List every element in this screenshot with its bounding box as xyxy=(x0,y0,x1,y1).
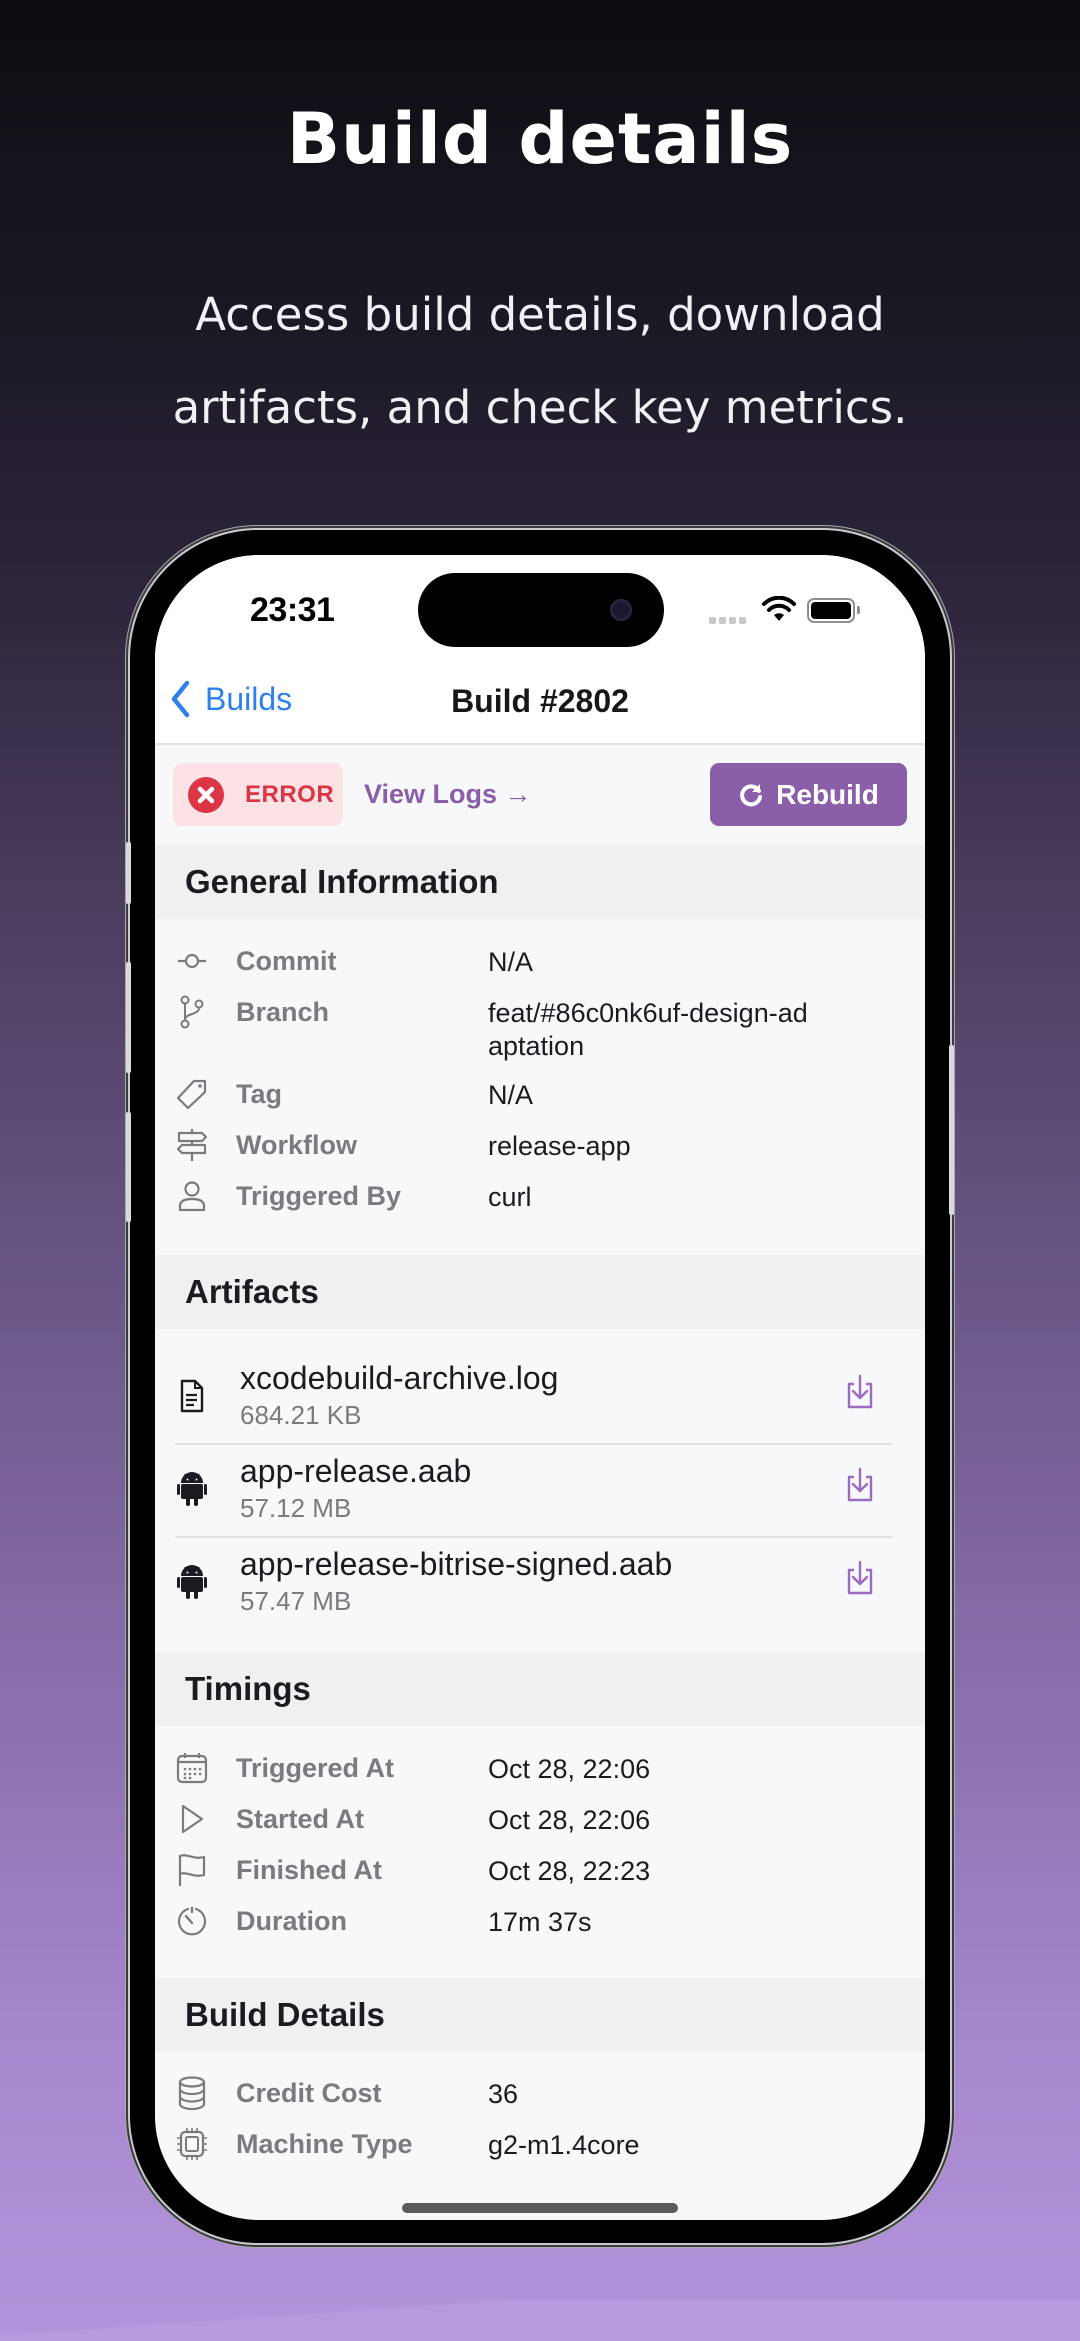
tag-icon xyxy=(175,1077,209,1111)
row-value: N/A xyxy=(488,1080,534,1110)
row-label: Finished At xyxy=(236,1855,382,1885)
download-icon xyxy=(847,1374,873,1409)
row-label: Commit xyxy=(236,946,337,976)
section-title: General Information xyxy=(185,863,499,900)
artifact-item[interactable]: xcodebuild-archive.log 684.21 KB xyxy=(155,1360,925,1453)
download-button[interactable] xyxy=(840,1556,880,1600)
flag-icon xyxy=(175,1853,209,1887)
document-icon xyxy=(175,1376,209,1416)
volume-up-button xyxy=(126,962,131,1073)
artifact-item[interactable]: app-release.aab 57.12 MB xyxy=(155,1453,925,1546)
download-icon xyxy=(847,1560,873,1595)
branch-icon xyxy=(175,995,209,1029)
row-value: release-app xyxy=(488,1131,631,1161)
row-label: Tag xyxy=(236,1079,282,1109)
download-button[interactable] xyxy=(840,1463,880,1507)
section-title: Artifacts xyxy=(185,1273,319,1310)
detail-row-credit-cost: Credit Cost 36 xyxy=(155,2074,925,2114)
user-icon xyxy=(175,1179,209,1213)
commit-icon xyxy=(175,944,209,978)
timing-row-started-at: Started At Oct 28, 22:06 xyxy=(155,1800,925,1840)
row-value: Oct 28, 22:06 xyxy=(488,1754,651,1784)
view-logs-link[interactable]: View Logs → xyxy=(364,779,532,810)
row-value: N/A xyxy=(488,947,534,977)
artifact-item[interactable]: app-release-bitrise-signed.aab 57.47 MB xyxy=(155,1546,925,1639)
volume-down-button xyxy=(126,1112,131,1222)
play-icon xyxy=(175,1802,209,1836)
row-label: Branch xyxy=(236,997,330,1027)
battery-icon xyxy=(807,598,860,623)
hero-subtitle: Access build details, download artifacts… xyxy=(172,288,908,434)
row-label: Duration xyxy=(236,1906,347,1936)
android-icon xyxy=(175,1562,209,1602)
error-icon xyxy=(188,776,224,813)
info-row-commit: Commit N/A xyxy=(155,942,925,982)
artifact-size: 57.12 MB xyxy=(240,1493,352,1523)
row-value: feat/#86c0nk6uf-design-adaptation xyxy=(488,998,808,1061)
section-header-artifacts: Artifacts xyxy=(155,1255,925,1329)
info-row-tag: Tag N/A xyxy=(155,1075,925,1115)
stopwatch-icon xyxy=(175,1904,209,1938)
rebuild-button[interactable]: Rebuild xyxy=(710,763,907,826)
cpu-chip-icon xyxy=(175,2127,209,2161)
android-icon xyxy=(175,1469,209,1509)
row-label: Machine Type xyxy=(236,2129,413,2159)
artifact-name: xcodebuild-archive.log xyxy=(240,1360,559,1396)
workflow-signpost-icon xyxy=(175,1128,209,1162)
info-row-workflow: Workflow release-app xyxy=(155,1126,925,1166)
divider xyxy=(175,1443,893,1445)
row-value: Oct 28, 22:23 xyxy=(488,1856,651,1886)
database-coins-icon xyxy=(175,2076,209,2110)
info-row-triggered-by: Triggered By curl xyxy=(155,1177,925,1217)
artifact-size: 57.47 MB xyxy=(240,1586,352,1616)
row-value: g2-m1.4core xyxy=(488,2130,640,2160)
calendar-icon xyxy=(175,1751,209,1785)
section-header-general: General Information xyxy=(155,845,925,919)
home-indicator[interactable] xyxy=(402,2203,678,2213)
artifact-name: app-release.aab xyxy=(240,1453,472,1489)
timing-row-triggered-at: Triggered At Oct 28, 22:06 xyxy=(155,1749,925,1789)
navigation-bar: Builds Build #2802 xyxy=(155,663,925,745)
camera-icon xyxy=(610,599,632,621)
divider xyxy=(175,1536,893,1538)
row-label: Started At xyxy=(236,1804,365,1834)
row-value: Oct 28, 22:06 xyxy=(488,1805,651,1835)
status-badge-label: ERROR xyxy=(245,780,335,808)
download-icon xyxy=(847,1467,873,1502)
row-value: 17m 37s xyxy=(488,1907,592,1937)
status-badge: ERROR xyxy=(173,763,343,826)
row-label: Workflow xyxy=(236,1130,357,1160)
info-row-branch: Branch feat/#86c0nk6uf-design-adaptation xyxy=(155,993,925,1068)
row-value: curl xyxy=(488,1182,532,1212)
section-header-build-details: Build Details xyxy=(155,1978,925,2052)
background-floor xyxy=(0,2300,1080,2341)
action-bar: ERROR View Logs → Rebuild xyxy=(155,745,925,845)
detail-row-machine-type: Machine Type g2-m1.4core xyxy=(155,2125,925,2165)
cellular-signal-icon xyxy=(709,611,749,629)
row-label: Triggered By xyxy=(236,1181,402,1211)
refresh-icon xyxy=(740,783,763,806)
page-title: Build #2802 xyxy=(451,683,629,719)
power-button xyxy=(949,1045,954,1215)
wifi-icon xyxy=(762,595,796,627)
row-label: Triggered At xyxy=(236,1753,395,1783)
artifact-name: app-release-bitrise-signed.aab xyxy=(240,1546,673,1582)
artifact-size: 684.21 KB xyxy=(240,1400,362,1430)
download-button[interactable] xyxy=(840,1370,880,1414)
row-value: 36 xyxy=(488,2079,519,2109)
action-button xyxy=(126,842,131,904)
section-title: Timings xyxy=(185,1670,311,1707)
section-header-timings: Timings xyxy=(155,1652,925,1726)
timing-row-duration: Duration 17m 37s xyxy=(155,1902,925,1942)
dynamic-island xyxy=(418,573,664,647)
timing-row-finished-at: Finished At Oct 28, 22:23 xyxy=(155,1851,925,1891)
section-title: Build Details xyxy=(185,1996,385,2033)
row-label: Credit Cost xyxy=(236,2078,382,2108)
status-time: 23:31 xyxy=(250,591,335,629)
phone-screen: 23:31 Builds Build #2802 ERROR View Logs… xyxy=(155,555,925,2220)
rebuild-label: Rebuild xyxy=(776,778,879,810)
hero-title: Build details xyxy=(286,98,794,180)
